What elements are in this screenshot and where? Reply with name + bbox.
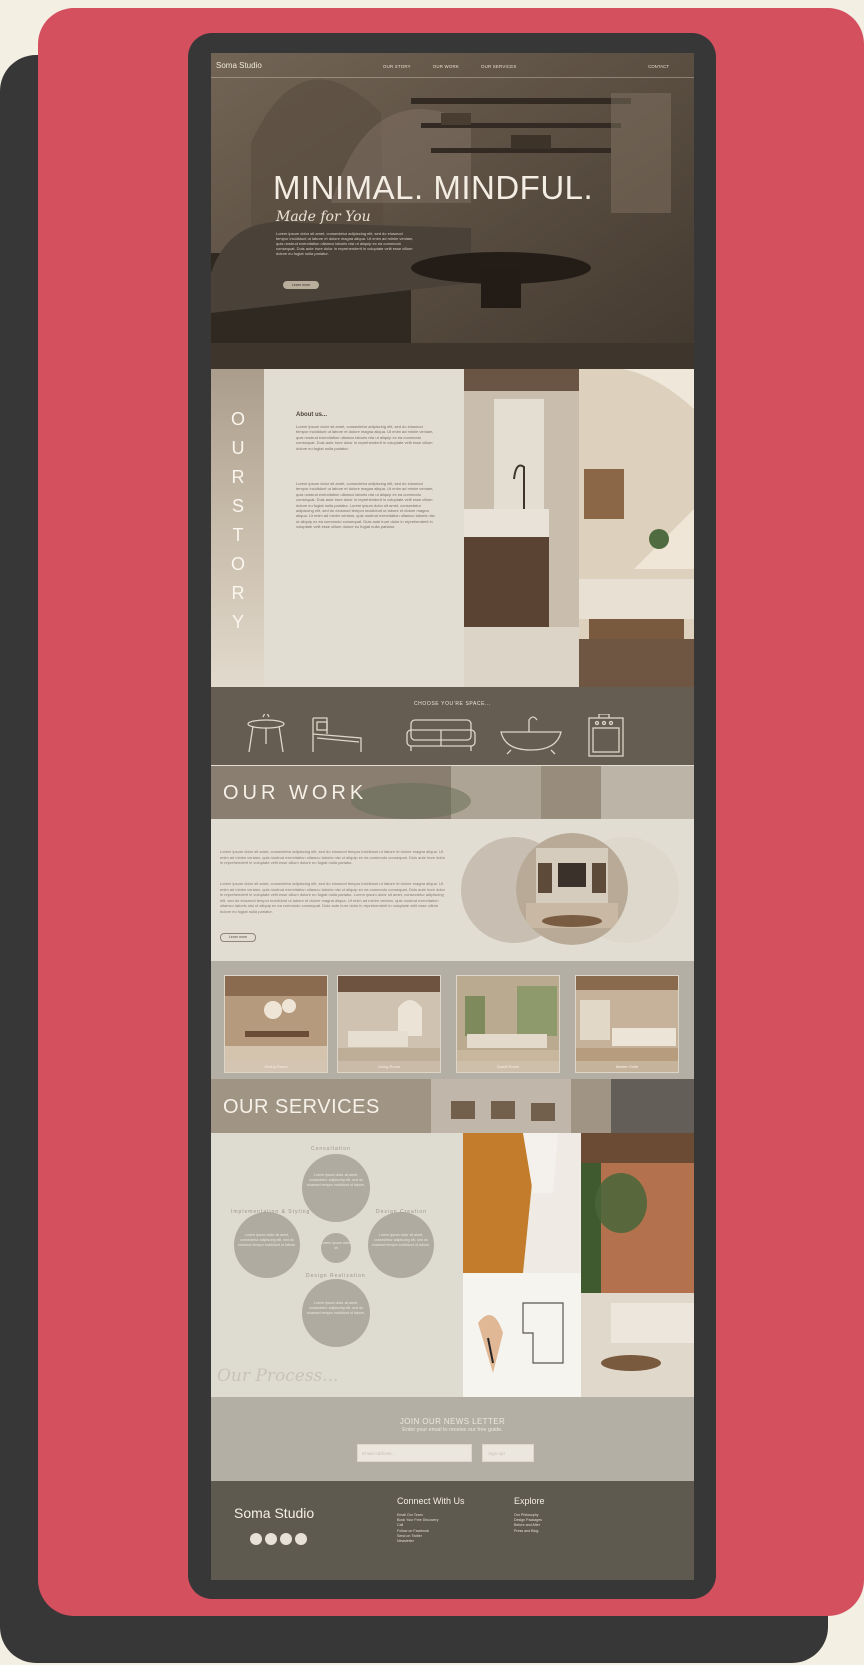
social-icon[interactable] [265,1533,277,1545]
process-label-design-creation: Design Creation [376,1209,427,1215]
website-mockup: Soma Studio OUR STORY OUR WORK OUR SERVI… [211,53,694,1580]
dining-table-icon[interactable] [247,714,285,753]
process-circle-consultation [302,1154,370,1222]
hero-learn-more-button[interactable]: Learn more [283,281,319,289]
bed-icon[interactable] [312,717,362,752]
newsletter-section: JOIN OUR NEWS LETTER Enter your email to… [211,1397,694,1481]
nav-link-our-story[interactable]: OUR STORY [383,64,411,69]
space-icons [247,714,624,757]
footer-link[interactable]: Book Your Free Discovery [397,1518,439,1523]
social-icon[interactable] [295,1533,307,1545]
top-navigation: Soma Studio OUR STORY OUR WORK OUR SERVI… [211,53,694,78]
footer: Soma Studio Connect With Us Email Our Te… [211,1481,694,1580]
guest-room-photo [457,976,559,1072]
story-paragraph-2: Lorem ipsum dolor sit amet, consectetur … [296,481,435,530]
hero-paragraph: Lorem ipsum dolor sit amet, consectetur … [276,231,414,256]
hero-subtitle: Made for You [276,209,371,225]
footer-brand: Soma Studio [234,1505,315,1521]
nav-link-our-services[interactable]: OUR SERVICES [481,64,517,69]
process-text-consultation: Lorem ipsum dolor sit amet, consectetur … [307,1173,365,1187]
process-text-design-creation: Lorem ipsum dolor sit amet, consectetur … [372,1233,430,1247]
footer-connect-links: Email Our Team Book Your Free Discovery … [397,1513,439,1544]
master-suite-photo [576,976,678,1072]
newsletter-subtitle: Enter your email to receive our free gui… [402,1427,503,1433]
process-label-consultation: Consultation [311,1146,351,1152]
gallery-card-living-room[interactable]: Living Room [337,975,441,1073]
process-title: Our Process... [217,1366,339,1386]
choose-space-section: CHOOSE YOU'RE SPACE... [211,687,694,765]
our-services-banner: OUR SERVICES [211,1079,694,1133]
process-center-text: Lorem ipsum dolor sit [321,1241,351,1250]
newsletter-signup-button[interactable]: Sign up! [482,1444,534,1462]
choose-space-title: CHOOSE YOU'RE SPACE... [413,701,492,707]
gallery-caption: Living Room [338,1061,440,1072]
our-work-title: OUR WORK [223,782,368,804]
gallery-caption: Master Suite [576,1061,678,1072]
gallery-caption: Guest Room [457,1061,559,1072]
social-icon[interactable] [250,1533,262,1545]
our-services-title: OUR SERVICES [223,1096,380,1118]
hero-section: Soma Studio OUR STORY OUR WORK OUR SERVI… [211,53,694,369]
nav-link-contact[interactable]: CONTACT [648,64,669,69]
work-circle-photo-2 [516,833,628,945]
footer-explore-links: Our Philosophy Design Packages Before an… [514,1513,542,1534]
gallery-card-dining-room[interactable]: Dining Room [224,975,328,1073]
social-icon[interactable] [280,1533,292,1545]
about-us-label: About us... [296,412,327,418]
nav-links: OUR STORY OUR WORK OUR SERVICES [383,64,539,69]
footer-link[interactable]: Before and After [514,1523,542,1528]
process-text-design-realization: Lorem ipsum dolor sit amet, consectetur … [307,1301,365,1315]
gallery-caption: Dining Room [225,1061,327,1072]
work-learn-more-button[interactable]: Learn more [220,933,256,942]
newsletter-email-input[interactable]: Email Address... [357,1444,472,1462]
kitchen-photo [464,369,579,687]
page: Soma Studio OUR STORY OUR WORK OUR SERVI… [0,0,864,1665]
living-room-gallery-photo [338,976,440,1072]
gallery-card-guest-room[interactable]: Guest Room [456,975,560,1073]
dining-room-photo [225,976,327,1072]
work-paragraph-2: Lorem ipsum dolor sit amet, consectetur … [220,881,445,914]
footer-connect-heading: Connect With Us [397,1496,465,1506]
our-work-section: Lorem ipsum dolor sit amet, consectetur … [211,819,694,961]
story-text-panel: About us... Lorem ipsum dolor sit amet, … [264,369,464,687]
newsletter-title: JOIN OUR NEWS LETTER [399,1417,506,1426]
process-text-implementation: Lorem ipsum dolor sit amet, consectetur … [238,1233,296,1247]
living-room-photo [579,369,694,687]
our-story-section: OURSTORY About us... Lorem ipsum dolor s… [211,369,694,687]
kitchen-stove-icon[interactable] [588,714,624,757]
brand-logo[interactable]: Soma Studio [216,61,262,70]
designer-sketching-photo [463,1133,581,1397]
hero-title: MINIMAL. MINDFUL. [273,169,594,206]
footer-link[interactable]: Newsletter [397,1539,439,1544]
process-label-implementation: Implementation & Styling [231,1209,311,1215]
sofa-icon[interactable] [406,719,476,751]
story-paragraph-1: Lorem ipsum dolor sit amet, consectetur … [296,424,434,451]
process-label-design-realization: Design Realization [306,1273,366,1279]
gallery-card-master-suite[interactable]: Master Suite [575,975,679,1073]
social-icons [250,1533,310,1545]
project-gallery: Dining Room Living Room Guest Room Maste… [211,961,694,1079]
our-work-banner: OUR WORK [211,766,694,819]
nav-link-our-work[interactable]: OUR WORK [433,64,459,69]
footer-explore-heading: Explore [514,1496,545,1506]
interior-plants-photo [581,1133,694,1397]
story-vertical-title: OURSTORY [231,409,246,632]
bathtub-icon[interactable] [500,716,562,755]
footer-link[interactable]: Press and Blog [514,1529,542,1534]
work-paragraph-1: Lorem ipsum dolor sit amet, consectetur … [220,849,445,865]
story-side-photo: OURSTORY [211,369,264,687]
